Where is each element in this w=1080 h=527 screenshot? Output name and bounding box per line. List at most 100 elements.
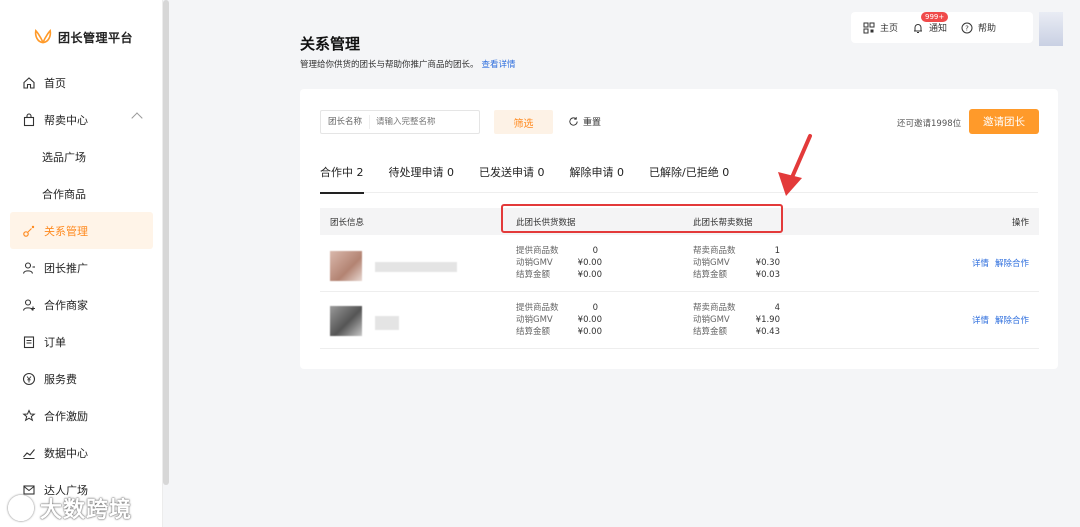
sidebar-item-label: 选品广场: [42, 150, 86, 164]
leader-name-input[interactable]: [370, 117, 471, 127]
reset-label: 重置: [583, 118, 602, 128]
kv-key: 结算金额: [693, 270, 728, 280]
yuan-icon: [22, 372, 36, 386]
sidebar-item-label: 团长推广: [44, 261, 88, 275]
watermark-text: 大数跨境: [40, 498, 133, 523]
app-title: 团长管理平台: [58, 30, 134, 45]
tab-sent[interactable]: 已发送申请 0: [479, 156, 545, 193]
butterfly-logo-icon: [34, 29, 52, 44]
tab-terminated-rejected[interactable]: 已解除/已拒绝 0: [649, 156, 729, 193]
sidebar-item-promote[interactable]: 团长推广: [0, 249, 163, 286]
notify-button[interactable]: 999+ 通知: [912, 12, 949, 34]
tab-cooperating[interactable]: 合作中 2: [320, 156, 364, 194]
svg-text:?: ?: [965, 24, 969, 32]
sidebar-item-reward[interactable]: 合作激励: [0, 397, 163, 434]
kv-value: ¥0.00: [577, 327, 602, 337]
kv-key: 动销GMV: [693, 315, 730, 325]
row-ops: 详情 解除合作: [966, 314, 1029, 326]
sidebar-item-label: 合作激励: [44, 409, 88, 423]
page-title: 关系管理: [300, 35, 361, 53]
bell-icon: [914, 23, 923, 33]
sidebar-item-help-sell[interactable]: 帮卖中心: [0, 101, 163, 138]
kv-value: ¥0.43: [755, 327, 780, 337]
filter-button[interactable]: 筛选: [494, 110, 553, 134]
kv-key: 动销GMV: [516, 315, 553, 325]
header-leader-info: 团长信息: [330, 218, 365, 228]
kv-key: 帮卖商品数: [693, 303, 736, 313]
sidebar-item-home[interactable]: 首页: [0, 64, 163, 101]
annotation-arrow-icon: [778, 134, 812, 196]
sidebar-item-coop-products[interactable]: 合作商品: [0, 175, 163, 212]
kv-key: 提供商品数: [516, 246, 559, 256]
help-icon: ?: [961, 22, 973, 33]
terminate-link[interactable]: 解除合作: [995, 259, 1029, 269]
sidebar-item-label: 关系管理: [44, 224, 88, 238]
sidebar-item-label: 服务费: [44, 372, 77, 386]
sidebar: 团长管理平台 首页 帮卖中心 选品广场 合作商品 关系管理 团长推广 合作商家: [0, 0, 163, 527]
sidebar-item-data-center[interactable]: 数据中心: [0, 434, 163, 471]
app-logo[interactable]: 团长管理平台: [34, 27, 133, 47]
qrcode-icon: [863, 22, 875, 33]
sidebar-item-product-square[interactable]: 选品广场: [0, 138, 163, 175]
sidebar-item-service-fee[interactable]: 服务费: [0, 360, 163, 397]
kv-key: 结算金额: [693, 327, 728, 337]
leader-name-blurred: [375, 316, 399, 330]
detail-link[interactable]: 详情: [972, 259, 989, 269]
kv-value: ¥0.00: [577, 270, 602, 280]
sidebar-item-relation[interactable]: 关系管理: [10, 212, 153, 249]
page-desc-text: 管理给你供货的团长与帮助你推广商品的团长。: [300, 60, 479, 70]
order-icon: [22, 335, 36, 349]
table-row: 提供商品数 0 动销GMV ¥0.00 结算金额 ¥0.00 帮卖商品数 4 动销GMV…: [320, 292, 1039, 349]
annotation-highlight-box: [501, 204, 783, 233]
sidebar-item-merchant[interactable]: 合作商家: [0, 286, 163, 323]
home-button[interactable]: 主页: [863, 21, 898, 34]
sell-data: 帮卖商品数 1 动销GMV ¥0.30 结算金额 ¥0.03: [693, 245, 780, 281]
help-label: 帮助: [978, 24, 997, 34]
sidebar-item-label: 数据中心: [44, 446, 88, 460]
header-ops: 操作: [1011, 218, 1029, 228]
sidebar-scrollbar[interactable]: [163, 0, 169, 485]
chart-icon: [22, 446, 36, 460]
kv-value: 4: [774, 303, 780, 313]
kv-value: 0: [592, 303, 598, 313]
merchant-icon: [22, 298, 36, 312]
page-description: 管理给你供货的团长与帮助你推广商品的团长。 查看详情: [300, 58, 516, 70]
kv-key: 动销GMV: [516, 258, 553, 268]
kv-key: 动销GMV: [693, 258, 730, 268]
kv-key: 提供商品数: [516, 303, 559, 313]
tab-terminate-requests[interactable]: 解除申请 0: [570, 156, 625, 193]
kv-key: 结算金额: [516, 270, 551, 280]
kv-value: ¥0.03: [755, 270, 780, 280]
user-avatar[interactable]: [1039, 12, 1063, 46]
reset-button[interactable]: 重置: [568, 115, 601, 128]
kv-value: ¥1.90: [755, 315, 780, 325]
home-label: 主页: [880, 24, 899, 34]
kv-key: 结算金额: [516, 327, 551, 337]
row-ops: 详情 解除合作: [966, 257, 1029, 269]
tab-pending[interactable]: 待处理申请 0: [389, 156, 455, 193]
kv-value: 1: [774, 246, 780, 256]
sidebar-item-label: 合作商品: [42, 187, 86, 201]
kv-value: ¥0.00: [577, 315, 602, 325]
leader-avatar: [330, 251, 362, 281]
reward-icon: [22, 408, 36, 423]
help-button[interactable]: ? 帮助: [961, 21, 996, 34]
filter-label: 团长名称: [321, 115, 371, 129]
sidebar-nav: 首页 帮卖中心 选品广场 合作商品 关系管理 团长推广 合作商家 订单 服务费 …: [0, 64, 163, 508]
detail-link[interactable]: 详情: [972, 316, 989, 326]
sidebar-item-orders[interactable]: 订单: [0, 323, 163, 360]
terminate-link[interactable]: 解除合作: [995, 316, 1029, 326]
remaining-invites: 还可邀请1998位: [897, 119, 962, 129]
kv-value: 0: [592, 246, 598, 256]
status-tabs: 合作中 2 待处理申请 0 已发送申请 0 解除申请 0 已解除/已拒绝 0: [320, 156, 1038, 194]
view-details-link[interactable]: 查看详情: [482, 60, 516, 70]
watermark-logo-icon: [8, 495, 34, 521]
sidebar-item-label: 首页: [44, 76, 66, 90]
leader-name-filter: 团长名称: [320, 110, 480, 134]
notify-badge: 999+: [921, 12, 949, 22]
refresh-icon: [569, 117, 578, 126]
invite-leader-button[interactable]: 邀请团长: [969, 109, 1039, 134]
leader-name-blurred: [375, 262, 457, 272]
sidebar-item-label: 帮卖中心: [44, 113, 88, 127]
bag-icon: [22, 112, 36, 127]
